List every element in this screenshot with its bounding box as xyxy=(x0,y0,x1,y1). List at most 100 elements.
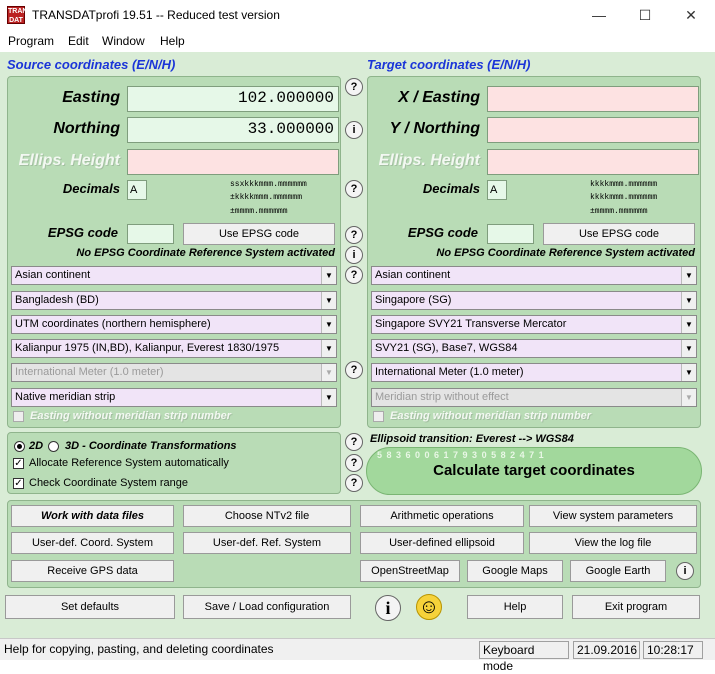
arithmetic-operations-button[interactable]: Arithmetic operations xyxy=(360,505,524,527)
check-range-checkbox[interactable]: ✓ xyxy=(13,478,24,489)
menu-edit[interactable]: Edit xyxy=(68,34,89,48)
radio-3d-label: 3D - Coordinate Transformations xyxy=(65,440,237,452)
help-question-icon[interactable]: ? xyxy=(345,180,363,198)
select-value: SVY21 (SG), Base7, WGS84 xyxy=(375,342,518,354)
allocate-label: Allocate Reference System automatically xyxy=(29,457,229,469)
help-question-icon[interactable]: ? xyxy=(345,454,363,472)
menu-help[interactable]: Help xyxy=(160,34,185,48)
minimize-button[interactable]: — xyxy=(576,0,622,30)
menu-program[interactable]: Program xyxy=(8,34,54,48)
help-button[interactable]: Help xyxy=(467,595,563,619)
chevron-down-icon: ▼ xyxy=(321,267,336,284)
target-height-field[interactable] xyxy=(487,149,699,175)
help-question-icon[interactable]: ? xyxy=(345,266,363,284)
source-decimals-label: Decimals xyxy=(62,181,120,196)
set-defaults-button[interactable]: Set defaults xyxy=(5,595,175,619)
source-format-line: ±kkkkmmm.mmmmmm xyxy=(230,193,303,202)
choose-ntv2-button[interactable]: Choose NTv2 file xyxy=(183,505,351,527)
source-northing-field[interactable]: 33.000000 xyxy=(127,117,339,143)
target-strip-checkbox xyxy=(373,411,384,422)
status-date: 21.09.2016 xyxy=(573,641,640,659)
target-y-field[interactable] xyxy=(487,117,699,143)
target-format-line: ±mmmm.mmmmmm xyxy=(590,207,648,216)
source-country-select[interactable]: Bangladesh (BD) ▼ xyxy=(11,291,337,310)
select-value: International Meter (1.0 meter) xyxy=(375,366,524,378)
user-def-coord-system-button[interactable]: User-def. Coord. System xyxy=(11,532,174,554)
save-load-config-button[interactable]: Save / Load configuration xyxy=(183,595,351,619)
exit-program-button[interactable]: Exit program xyxy=(572,595,700,619)
check-range-label: Check Coordinate System range xyxy=(29,477,188,489)
chevron-down-icon: ▼ xyxy=(681,267,696,284)
target-decimals-label: Decimals xyxy=(422,181,480,196)
maximize-button[interactable]: ☐ xyxy=(622,0,668,30)
source-epsg-field[interactable] xyxy=(127,224,174,244)
work-with-data-files-button[interactable]: Work with data files xyxy=(11,505,174,527)
select-value: Kalianpur 1975 (IN,BD), Kalianpur, Evere… xyxy=(15,342,280,354)
select-value: Meridian strip without effect xyxy=(375,391,509,403)
radio-2d[interactable] xyxy=(14,441,25,452)
target-section-title: Target coordinates (E/N/H) xyxy=(367,57,531,72)
help-question-icon[interactable]: ? xyxy=(345,433,363,451)
select-value: Singapore (SG) xyxy=(375,294,452,306)
google-maps-button[interactable]: Google Maps xyxy=(467,560,563,582)
target-height-label: Ellips. Height xyxy=(378,152,480,169)
select-value: International Meter (1.0 meter) xyxy=(15,366,164,378)
status-time: 10:28:17 xyxy=(643,641,703,659)
user-defined-ellipsoid-button[interactable]: User-defined ellipsoid xyxy=(360,532,524,554)
target-format-line: kkkkmmm.mmmmmm xyxy=(590,193,658,202)
calc-background-digits: 5 8 3 6 0 0 6 1 7 9 3 0 5 8 2 4 7 1 xyxy=(377,450,545,460)
source-decimals-field[interactable]: A xyxy=(127,180,147,200)
source-continent-select[interactable]: Asian continent ▼ xyxy=(11,266,337,285)
smiley-icon[interactable]: ☺ xyxy=(416,594,442,620)
target-unit-select[interactable]: International Meter (1.0 meter) ▼ xyxy=(371,363,697,382)
close-button[interactable]: ✕ xyxy=(668,0,714,30)
select-value: Asian continent xyxy=(15,269,91,281)
user-def-ref-system-button[interactable]: User-def. Ref. System xyxy=(183,532,351,554)
chevron-down-icon: ▼ xyxy=(681,389,696,406)
source-meridian-select[interactable]: Native meridian strip ▼ xyxy=(11,388,337,407)
target-meridian-select: Meridian strip without effect ▼ xyxy=(371,388,697,407)
source-section-title: Source coordinates (E/N/H) xyxy=(7,57,176,72)
target-epsg-field[interactable] xyxy=(487,224,534,244)
allocate-checkbox[interactable]: ✓ xyxy=(13,458,24,469)
google-earth-button[interactable]: Google Earth xyxy=(570,560,666,582)
receive-gps-button[interactable]: Receive GPS data xyxy=(11,560,174,582)
menu-window[interactable]: Window xyxy=(102,34,145,48)
help-question-icon[interactable]: ? xyxy=(345,78,363,96)
radio-3d[interactable] xyxy=(48,441,59,452)
select-value: Native meridian strip xyxy=(15,391,116,403)
info-icon[interactable]: i xyxy=(375,595,401,621)
source-height-field[interactable] xyxy=(127,149,339,175)
target-decimals-field[interactable]: A xyxy=(487,180,507,200)
target-use-epsg-button[interactable]: Use EPSG code xyxy=(543,223,695,245)
calculate-button[interactable]: 5 8 3 6 0 0 6 1 7 9 3 0 5 8 2 4 7 1 Calc… xyxy=(366,447,702,495)
target-format-line: kkkkmmm.mmmmmm xyxy=(590,180,658,189)
target-coord-system-select[interactable]: Singapore SVY21 Transverse Mercator ▼ xyxy=(371,315,697,334)
source-ref-system-select[interactable]: Kalianpur 1975 (IN,BD), Kalianpur, Evere… xyxy=(11,339,337,358)
info-icon[interactable]: i xyxy=(345,246,363,264)
status-help-text: Help for copying, pasting, and deleting … xyxy=(4,642,274,656)
calculate-button-label: Calculate target coordinates xyxy=(433,462,635,479)
window-title: TRANSDATprofi 19.51 -- Reduced test vers… xyxy=(32,8,280,22)
target-x-field[interactable] xyxy=(487,86,699,112)
source-strip-checkbox xyxy=(13,411,24,422)
select-value: Asian continent xyxy=(375,269,451,281)
target-continent-select[interactable]: Asian continent ▼ xyxy=(371,266,697,285)
select-value: Singapore SVY21 Transverse Mercator xyxy=(375,318,567,330)
source-easting-field[interactable]: 102.000000 xyxy=(127,86,339,112)
view-log-file-button[interactable]: View the log file xyxy=(529,532,697,554)
source-coord-system-select[interactable]: UTM coordinates (northern hemisphere) ▼ xyxy=(11,315,337,334)
view-system-parameters-button[interactable]: View system parameters xyxy=(529,505,697,527)
openstreetmap-button[interactable]: OpenStreetMap xyxy=(360,560,460,582)
target-ref-system-select[interactable]: SVY21 (SG), Base7, WGS84 ▼ xyxy=(371,339,697,358)
chevron-down-icon: ▼ xyxy=(681,340,696,357)
info-icon[interactable]: i xyxy=(345,121,363,139)
help-question-icon[interactable]: ? xyxy=(345,361,363,379)
target-country-select[interactable]: Singapore (SG) ▼ xyxy=(371,291,697,310)
help-question-icon[interactable]: ? xyxy=(345,226,363,244)
chevron-down-icon: ▼ xyxy=(321,389,336,406)
help-question-icon[interactable]: ? xyxy=(345,474,363,492)
info-icon[interactable]: i xyxy=(676,562,694,580)
chevron-down-icon: ▼ xyxy=(681,292,696,309)
source-use-epsg-button[interactable]: Use EPSG code xyxy=(183,223,335,245)
